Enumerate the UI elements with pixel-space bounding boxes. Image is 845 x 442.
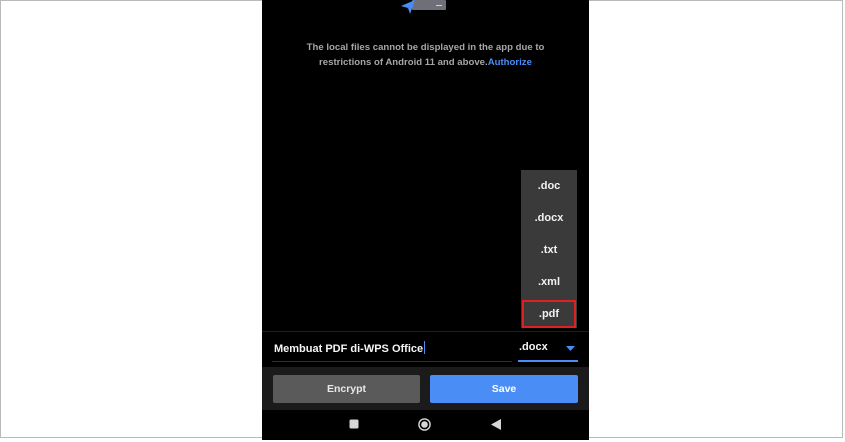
text-cursor	[424, 341, 426, 354]
dropdown-arrow-icon[interactable]	[566, 346, 575, 352]
authorize-link[interactable]: Authorize	[488, 57, 532, 68]
format-option-pdf[interactable]: .pdf	[522, 300, 576, 328]
save-button[interactable]: Save	[430, 375, 578, 403]
extension-underline	[518, 360, 578, 362]
recents-square-icon[interactable]	[349, 419, 359, 429]
home-circle-icon[interactable]	[418, 418, 431, 431]
android-nav-bar	[262, 410, 589, 440]
back-triangle-icon[interactable]	[491, 419, 501, 430]
extension-select[interactable]: .docx	[519, 341, 548, 353]
filename-value: Membuat PDF di-WPS Office	[274, 343, 424, 355]
format-option-doc[interactable]: .doc	[521, 170, 577, 202]
format-option-docx[interactable]: .docx	[521, 202, 577, 234]
storage-restriction-notice: The local files cannot be displayed in t…	[282, 40, 569, 70]
encrypt-button[interactable]: Encrypt	[273, 375, 420, 403]
action-bar: Encrypt Save	[262, 367, 589, 410]
folder-card-icon	[412, 0, 446, 10]
format-option-xml[interactable]: .xml	[521, 266, 577, 298]
format-dropdown-menu: .doc .docx .txt .xml .pdf	[521, 170, 577, 328]
filename-row: Membuat PDF di-WPS Office .docx	[262, 332, 589, 367]
filename-underline	[272, 361, 512, 362]
empty-state-illustration	[400, 0, 448, 14]
paper-plane-icon	[401, 0, 415, 14]
format-option-txt[interactable]: .txt	[521, 234, 577, 266]
phone-screen: The local files cannot be displayed in t…	[262, 0, 589, 440]
filename-input[interactable]: Membuat PDF di-WPS Office	[274, 341, 426, 355]
